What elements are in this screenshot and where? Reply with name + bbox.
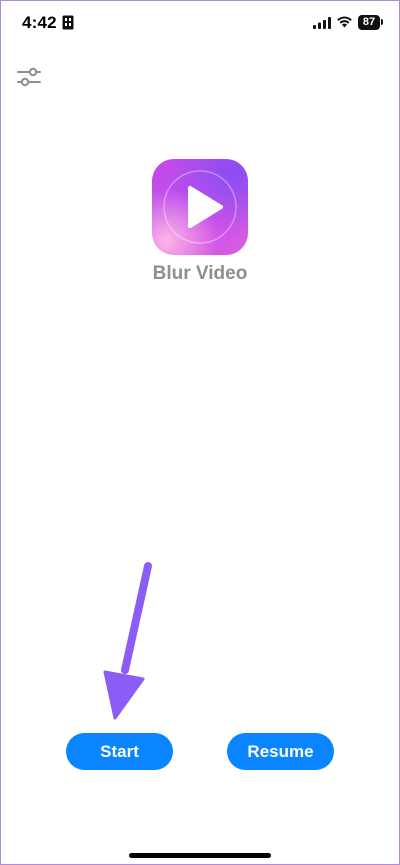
settings-button[interactable]: [14, 64, 44, 94]
battery-indicator: 87: [358, 15, 380, 30]
sim-card-icon: [62, 15, 74, 35]
status-time: 4:42: [22, 13, 57, 32]
start-button[interactable]: Start: [66, 733, 173, 770]
screen-frame: [0, 0, 400, 865]
status-bar: 4:42 87: [0, 0, 400, 46]
annotation-arrow: [103, 562, 152, 720]
sliders-icon: [16, 66, 42, 93]
cellular-signal-icon: [313, 16, 331, 34]
play-icon: [163, 170, 237, 244]
app-name: Blur Video: [152, 263, 248, 284]
wifi-icon: [336, 15, 353, 33]
resume-button[interactable]: Resume: [227, 733, 334, 770]
app-icon: [152, 159, 248, 255]
home-indicator[interactable]: [129, 853, 271, 858]
battery-tip: [381, 19, 383, 25]
